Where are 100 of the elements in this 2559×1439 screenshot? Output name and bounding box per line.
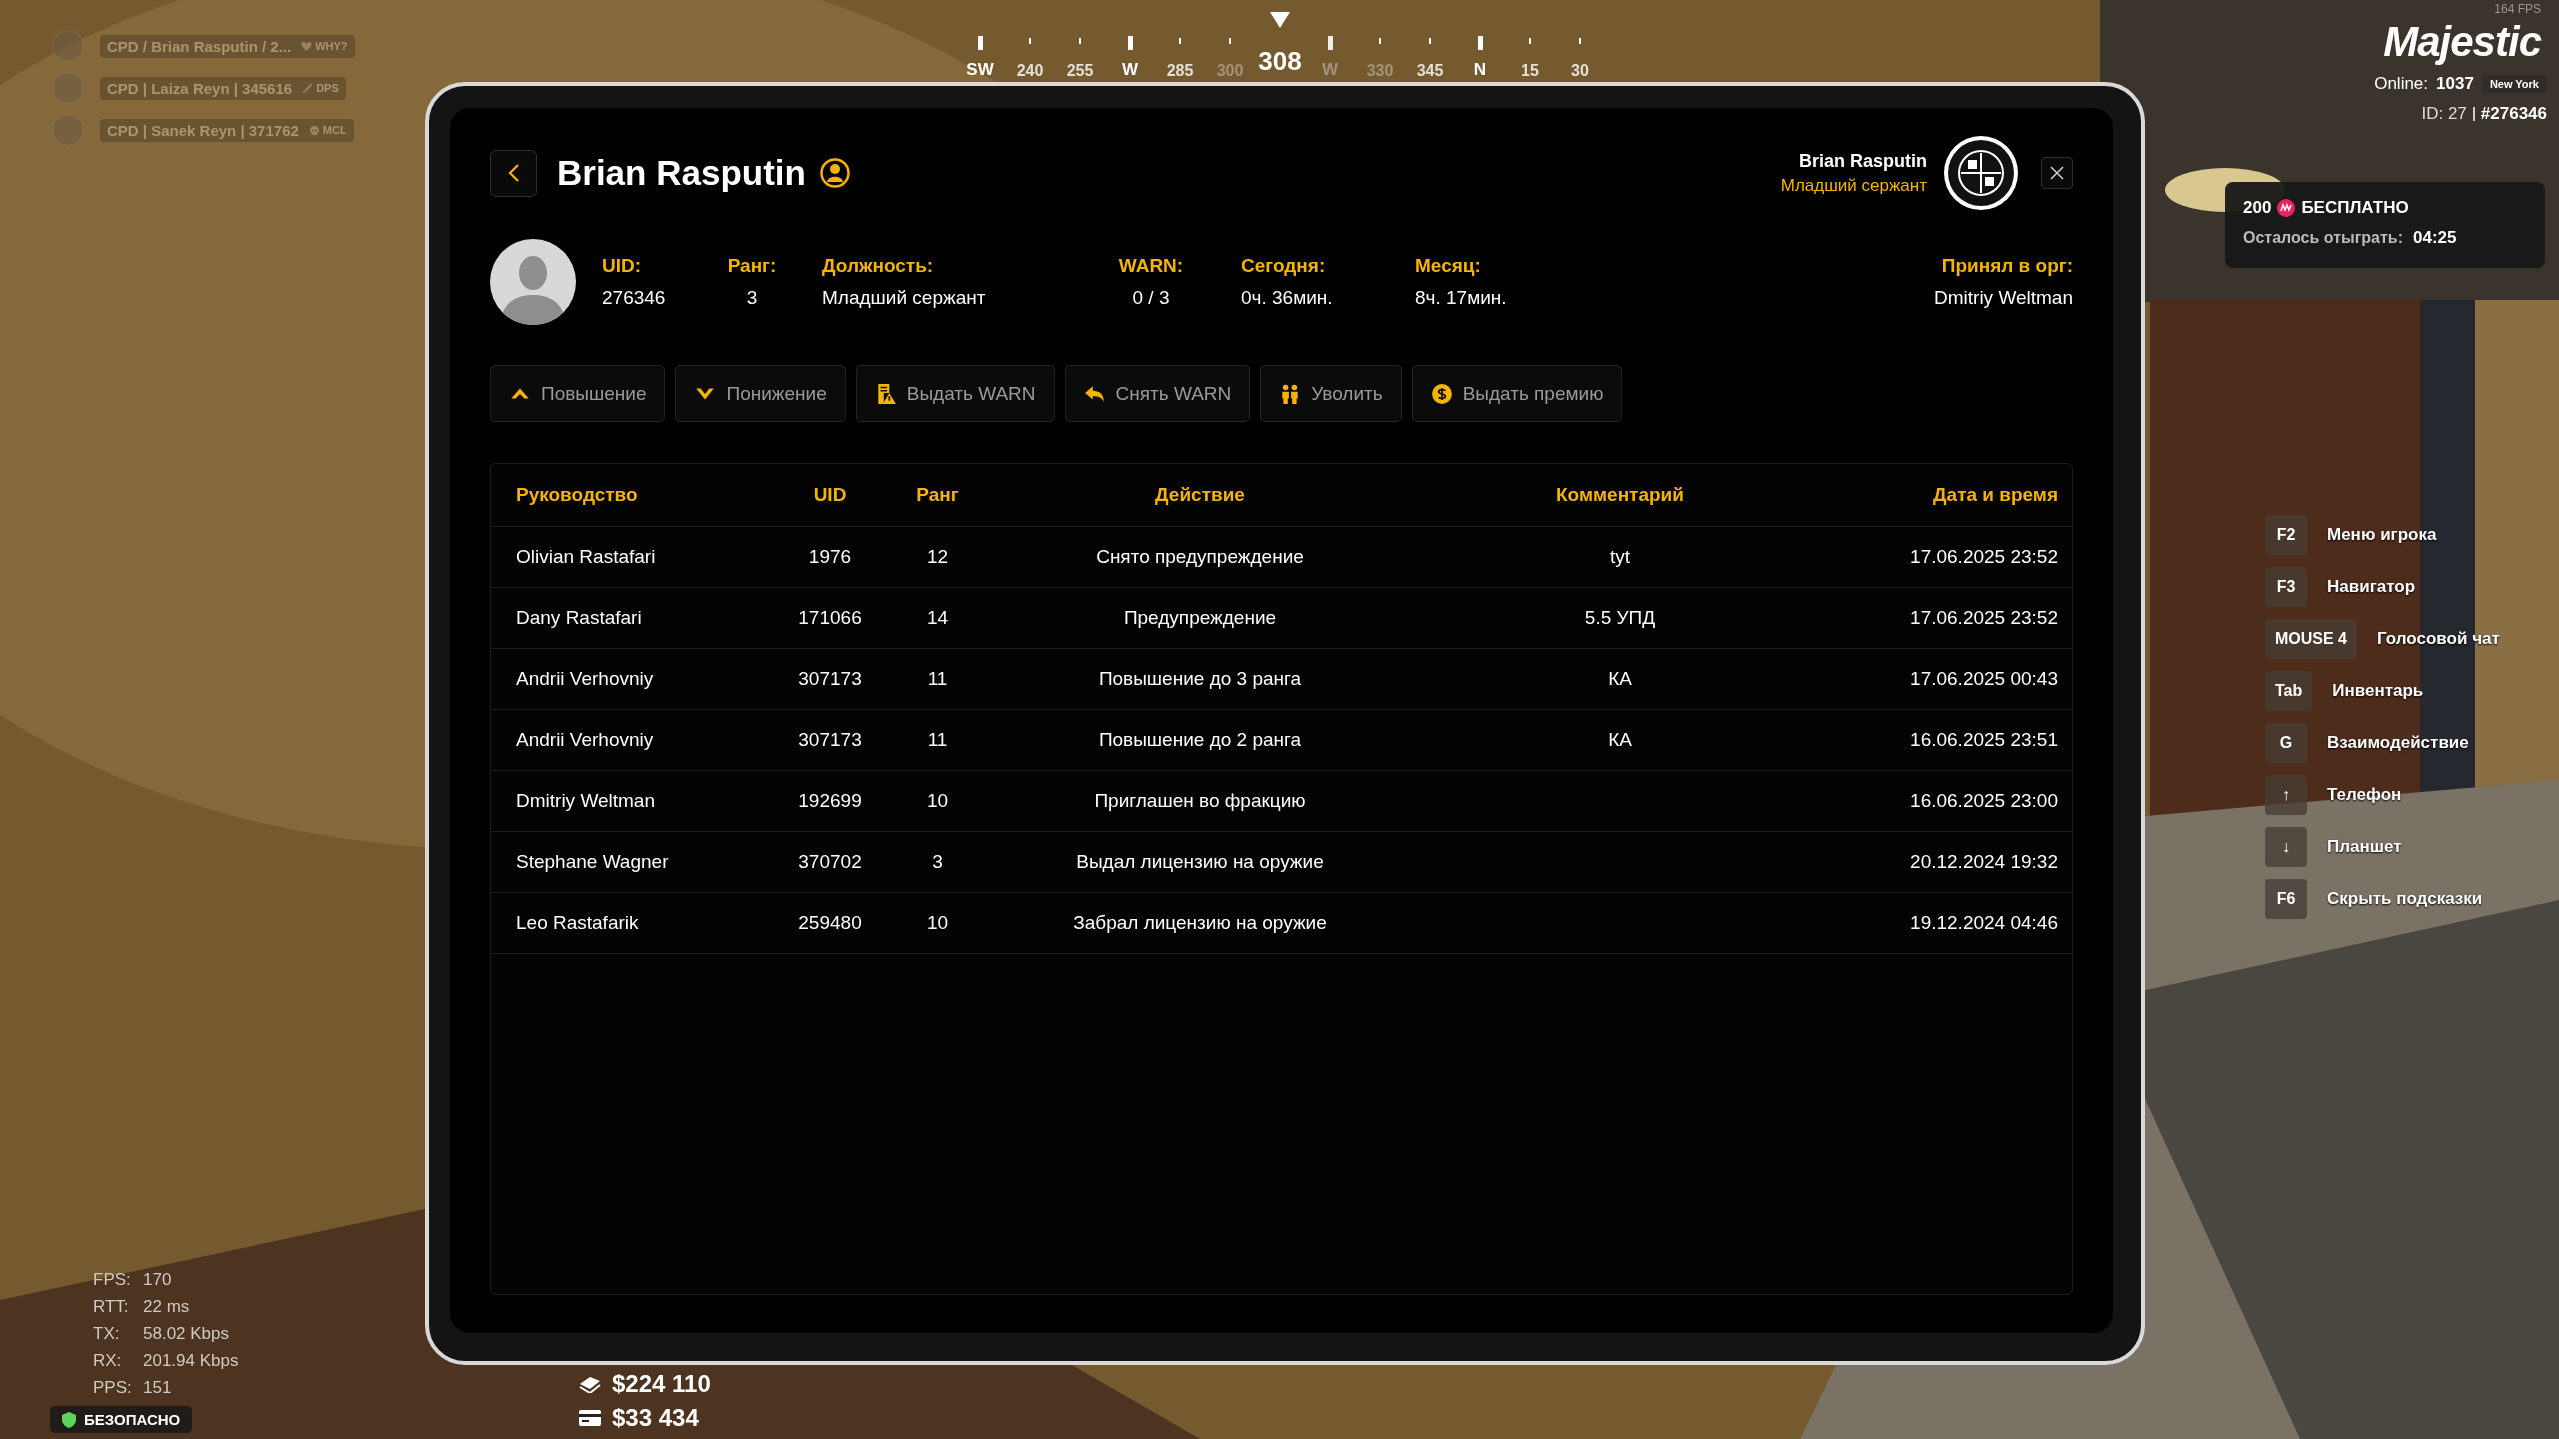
field-value: 3 <box>746 287 758 309</box>
table-cell-text: 12 <box>925 546 950 568</box>
table-cell-text: 16.06.2025 23:00 <box>1909 790 2058 812</box>
close-button[interactable] <box>2041 157 2073 189</box>
compass-label: 255 <box>1066 62 1094 80</box>
compass-label: W <box>1321 60 1338 80</box>
table-cell-text: Выдал лицензию на оружие <box>1075 851 1325 873</box>
key-cap: F6 <box>2265 879 2307 919</box>
compass-label: 345 <box>1416 62 1444 80</box>
hint-label: Навигатор <box>2327 577 2416 597</box>
action-button[interactable]: Выдать WARN <box>855 365 1055 422</box>
table-cell-text: 307173 <box>797 729 863 751</box>
field-label: WARN: <box>1118 255 1184 277</box>
compass-label: 285 <box>1166 62 1194 80</box>
stat-value: 58.02 Kbps <box>143 1324 230 1344</box>
field-label: Месяц: <box>1415 255 1481 277</box>
promo-label: Осталось отыграть: <box>2243 229 2403 247</box>
promo-timer: 04:25 <box>2413 228 2457 248</box>
key-cap: ↑ <box>2265 775 2307 815</box>
badge-label: WHY? <box>315 40 348 52</box>
fps-counter: 164 FPS <box>2494 2 2541 16</box>
compass-tick <box>1127 36 1133 50</box>
compass-label: 240 <box>1016 62 1044 80</box>
safe-zone-label: БЕЗОПАСНО <box>84 1411 181 1428</box>
compass-tick <box>1579 38 1581 44</box>
column-header: Руководство <box>516 484 639 506</box>
stat-value: 201.94 Kbps <box>143 1351 239 1371</box>
field-value: Младший сержант <box>822 287 986 309</box>
field-label: Принял в орг: <box>1941 255 2073 277</box>
sword-icon <box>302 82 314 94</box>
skull-icon <box>308 124 320 136</box>
key-cap: Tab <box>2265 671 2313 711</box>
player-id: ID: 27 <box>2421 104 2467 124</box>
stat-label: RX: <box>93 1351 123 1371</box>
coin-icon <box>1430 382 1453 405</box>
money-amount: $33 434 <box>612 1404 699 1432</box>
table-cell-text: 16.06.2025 23:51 <box>1909 729 2058 751</box>
compass-label: 300 <box>1216 62 1244 80</box>
table-cell-text: 14 <box>925 607 950 629</box>
table-cell-text: Andrii Verhovniy <box>516 668 655 690</box>
action-button[interactable]: Понижение <box>675 365 846 422</box>
table-cell-text: 17.06.2025 23:52 <box>1909 546 2058 568</box>
field-value: 276346 <box>602 287 666 309</box>
hint-label: Меню игрока <box>2327 525 2437 545</box>
action-button[interactable]: Выдать премию <box>1411 365 1623 422</box>
compass-label: 30 <box>1571 62 1589 80</box>
field-label: Должность: <box>822 255 934 277</box>
hint-label: Голосовой чат <box>2377 629 2500 649</box>
table-cell-text: 3 <box>931 851 944 873</box>
table-cell-text: Предупреждение <box>1122 607 1278 629</box>
table-cell-text: Повышение до 2 ранга <box>1097 729 1303 751</box>
table-cell-text: Leo Rastafarik <box>516 912 640 934</box>
coin-icon <box>2277 199 2296 217</box>
badge-label: DPS <box>316 82 339 94</box>
field-label: UID: <box>602 255 642 277</box>
promo-title: БЕСПЛАТНО <box>2301 198 2409 218</box>
table-cell-text: 19.12.2024 04:46 <box>1909 912 2058 934</box>
field-label: Сегодня: <box>1241 255 1326 277</box>
heart-icon <box>301 40 313 52</box>
column-header: Ранг <box>915 484 960 506</box>
stat-label: TX: <box>93 1324 121 1344</box>
compass-label: N <box>1473 60 1487 80</box>
table-cell-text: Снято предупреждение <box>1095 546 1305 568</box>
action-button[interactable]: Повышение <box>490 365 666 422</box>
table-cell-text: 10 <box>925 912 950 934</box>
table-cell-text: 5.5 УПД <box>1583 607 1657 629</box>
cash-icon <box>578 1375 602 1393</box>
badge-label: MCL <box>322 124 347 136</box>
back-button[interactable] <box>490 149 537 197</box>
table-cell-text: КА <box>1607 668 1633 690</box>
table-cell-text: 10 <box>925 790 950 812</box>
column-header: Дата и время <box>1932 484 2058 506</box>
table-cell-text: 307173 <box>797 668 863 690</box>
compass-tick <box>1029 38 1031 44</box>
compass-label: 15 <box>1521 62 1539 80</box>
hint-label: Планшет <box>2327 837 2402 857</box>
player-name: CPD | Laiza Reyn | 345616 <box>107 79 293 97</box>
field-value: 0ч. 36мин. <box>1241 287 1333 309</box>
compass-tick <box>977 36 983 50</box>
action-button[interactable]: Снять WARN <box>1064 365 1251 422</box>
key-cap: F2 <box>2265 515 2307 555</box>
hint-label: Взаимодействие <box>2327 733 2469 753</box>
action-button[interactable]: Уволить <box>1260 365 1402 422</box>
table-cell-text: 11 <box>926 729 949 751</box>
hint-label: Инвентарь <box>2332 681 2424 701</box>
compass-label: W <box>1121 60 1138 80</box>
table-cell-text: 259480 <box>797 912 863 934</box>
column-header: UID <box>812 484 848 506</box>
table-cell-text: 20.12.2024 19:32 <box>1909 851 2058 873</box>
compass-label: 308 <box>1258 46 1302 77</box>
key-cap: G <box>2265 723 2307 763</box>
table-cell-text: Dmitriy Weltman <box>516 790 656 812</box>
table-cell-text: 171066 <box>797 607 863 629</box>
compass-tick <box>1229 38 1231 44</box>
table-cell-text: tyt <box>1608 546 1632 568</box>
table-cell-text: 17.06.2025 23:52 <box>1909 607 2058 629</box>
field-value: 8ч. 17мин. <box>1415 287 1507 309</box>
compass-tick <box>1429 38 1431 44</box>
person-icon <box>819 158 850 188</box>
player-name: CPD / Brian Rasputin / 2... <box>107 37 292 55</box>
